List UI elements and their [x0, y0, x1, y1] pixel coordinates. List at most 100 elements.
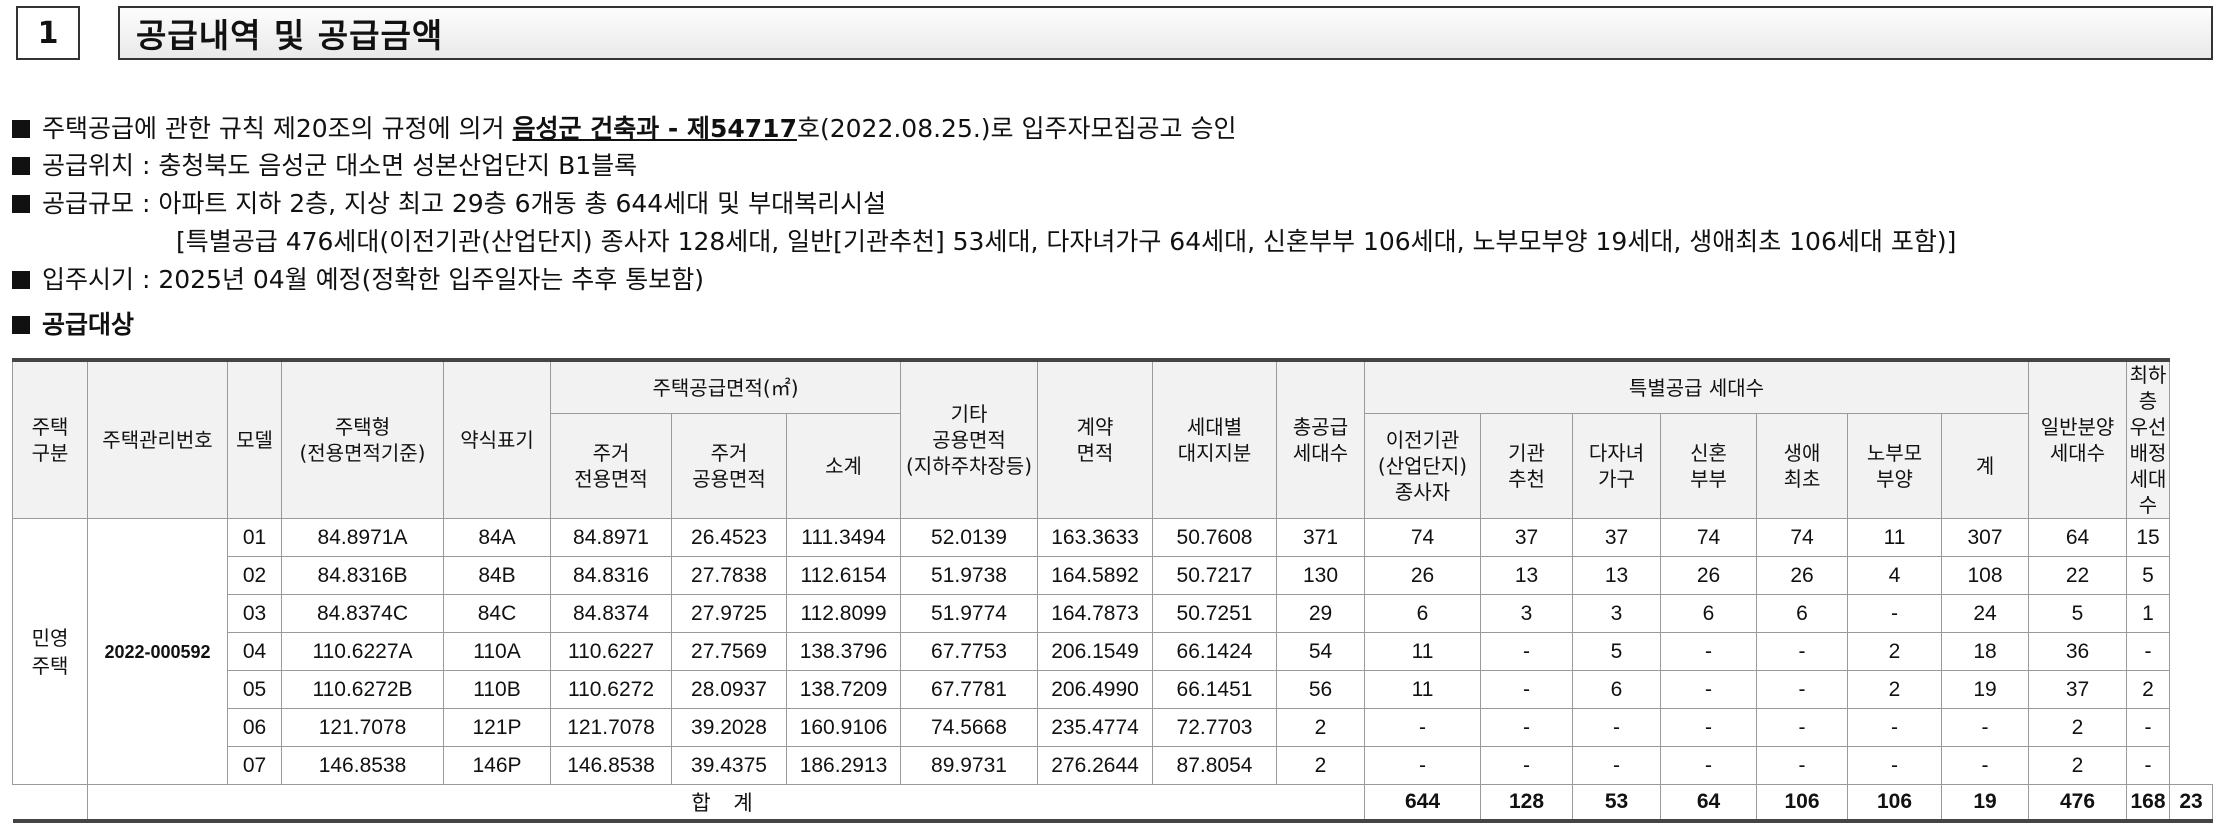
table-cell: 74.5668: [900, 708, 1039, 747]
table-cell: 37: [2028, 670, 2128, 709]
table-cell: 130: [1276, 556, 1366, 595]
table-cell: 22: [2028, 556, 2128, 595]
approval-text-pre: 주택공급에 관한 규칙 제20조의 규정에 의거: [42, 114, 513, 143]
square-bullet-icon: [12, 120, 30, 138]
table-cell: 67.7781: [900, 670, 1039, 709]
square-bullet-icon: [12, 316, 30, 334]
table-cell: 72.7703: [1152, 708, 1278, 747]
table-cell: 84.8316: [550, 556, 672, 595]
table-cell: 74: [1660, 518, 1758, 557]
table-cell: 84B: [443, 556, 551, 595]
table-cell: 04: [227, 632, 282, 671]
total-cell: 644: [1364, 784, 1482, 823]
table-cell: -: [1480, 708, 1574, 747]
table-cell: 51.9774: [900, 594, 1039, 633]
table-cell: 67.7753: [900, 632, 1039, 671]
table-cell: -: [1480, 746, 1574, 785]
table-cell: 3: [1480, 594, 1574, 633]
table-cell: 112.8099: [785, 594, 902, 633]
table-cell: 36: [2028, 632, 2128, 671]
table-cell: 6: [1364, 594, 1482, 633]
table-cell: -: [1660, 746, 1758, 785]
table-cell: -: [2126, 708, 2170, 747]
table-cell: 371: [1276, 518, 1366, 557]
table-cell: -: [1756, 632, 1849, 671]
total-cell: 106: [1756, 784, 1849, 823]
table-cell: 07: [227, 746, 282, 785]
table-cell: 54: [1276, 632, 1366, 671]
table-row: 03 84.8374C 84C 84.8374 27.9725 112.8099 51.97…: [13, 594, 2213, 633]
header-land-share: 세대별 대지지분: [1152, 358, 1278, 519]
table-cell: 110B: [443, 670, 551, 709]
location-line: 공급위치 : 충청북도 음성군 대소면 성본산업단지 B1블록: [12, 151, 637, 181]
scale-text: 공급규모 : 아파트 지하 2층, 지상 최고 29층 6개동 총 644세대 …: [42, 189, 887, 218]
table-cell: 110.6272: [550, 670, 672, 709]
table-cell: 1: [2126, 594, 2170, 633]
table-cell: 27.9725: [671, 594, 787, 633]
table-cell: 108: [1941, 556, 2030, 595]
table-cell: 26.4523: [671, 518, 787, 557]
table-cell: 186.2913: [785, 746, 902, 785]
table-cell: 5: [2126, 556, 2170, 595]
table-cell: 146P: [443, 746, 551, 785]
move-in-line: 입주시기 : 2025년 04월 예정(정확한 입주일자는 추후 통보함): [12, 265, 704, 295]
table-cell: 37: [1480, 518, 1574, 557]
total-cell: 64: [1660, 784, 1758, 823]
approval-text-post: 호(2022.08.25.)로 입주자모집공고 승인: [796, 114, 1237, 143]
header-first-life: 생애 최초: [1756, 413, 1849, 519]
table-cell: -: [1660, 670, 1758, 709]
table-cell: 11: [1847, 518, 1943, 557]
header-abbreviation: 약식표기: [443, 358, 551, 519]
table-cell: 2: [1847, 670, 1943, 709]
table-row: 07 146.8538 146P 146.8538 39.4375 186.2913 89.…: [13, 746, 2213, 785]
table-cell: 146.8538: [550, 746, 672, 785]
approval-line: 주택공급에 관한 규칙 제20조의 규정에 의거 음성군 건축과 - 제5471…: [12, 114, 1236, 144]
header-model: 모델: [227, 358, 282, 519]
table-cell: 06: [227, 708, 282, 747]
table-cell: 111.3494: [785, 518, 902, 557]
table-cell: 66.1451: [1152, 670, 1278, 709]
table-cell: 84.8374C: [281, 594, 444, 633]
table-cell: 110.6227A: [281, 632, 444, 671]
table-cell: 03: [227, 594, 282, 633]
header-institution-recommendation: 기관 추천: [1480, 413, 1574, 519]
square-bullet-icon: [12, 157, 30, 175]
table-cell: 19: [1941, 670, 2030, 709]
table-cell: 110.6272B: [281, 670, 444, 709]
square-bullet-icon: [12, 271, 30, 289]
header-elderly-parent: 노부모 부양: [1847, 413, 1943, 519]
table-cell: 50.7217: [1152, 556, 1278, 595]
table-cell: 235.4774: [1037, 708, 1154, 747]
table-cell: 5: [2028, 594, 2128, 633]
special-supply-note: [특별공급 476세대(이전기관(산업단지) 종사자 128세대, 일반[기관추…: [176, 227, 1957, 256]
table-cell: 2: [2126, 670, 2170, 709]
table-cell: 66.1424: [1152, 632, 1278, 671]
table-cell: -: [1756, 746, 1849, 785]
section-title: 공급내역 및 공급금액: [118, 6, 2213, 60]
table-cell: 39.4375: [671, 746, 787, 785]
table-cell: -: [1364, 708, 1482, 747]
square-bullet-icon: [12, 195, 30, 213]
table-cell: 206.1549: [1037, 632, 1154, 671]
table-row: 민영 주택 2022-000592 01 84.8971A 84A 84.8971 26.4…: [12, 518, 2213, 785]
table-cell: 146.8538: [281, 746, 444, 785]
table-cell: 11: [1364, 632, 1482, 671]
header-special-supply: 특별공급 세대수: [1364, 358, 2030, 415]
table-cell: 3: [1572, 594, 1662, 633]
table-row: 06 121.7078 121P 121.7078 39.2028 160.9106 74.…: [13, 708, 2213, 747]
header-relocated-institution: 이전기관 (산업단지) 종사자: [1364, 413, 1482, 519]
total-cell: 128: [1480, 784, 1574, 823]
table-cell: 110.6227: [550, 632, 672, 671]
table-cell: 2: [1847, 632, 1943, 671]
table-cell: 5: [1572, 632, 1662, 671]
table-cell: 160.9106: [785, 708, 902, 747]
table-cell: 26: [1660, 556, 1758, 595]
housing-type-cell: 민영 주택: [12, 518, 88, 785]
table-cell: 27.7838: [671, 556, 787, 595]
header-multi-child: 다자녀 가구: [1572, 413, 1662, 519]
total-label: 합 계: [86, 784, 1366, 823]
table-cell: -: [1847, 746, 1943, 785]
table-row: 02 84.8316B 84B 84.8316 27.7838 112.6154 51.97…: [13, 556, 2213, 595]
table-cell: -: [1941, 708, 2030, 747]
table-cell: 74: [1756, 518, 1849, 557]
